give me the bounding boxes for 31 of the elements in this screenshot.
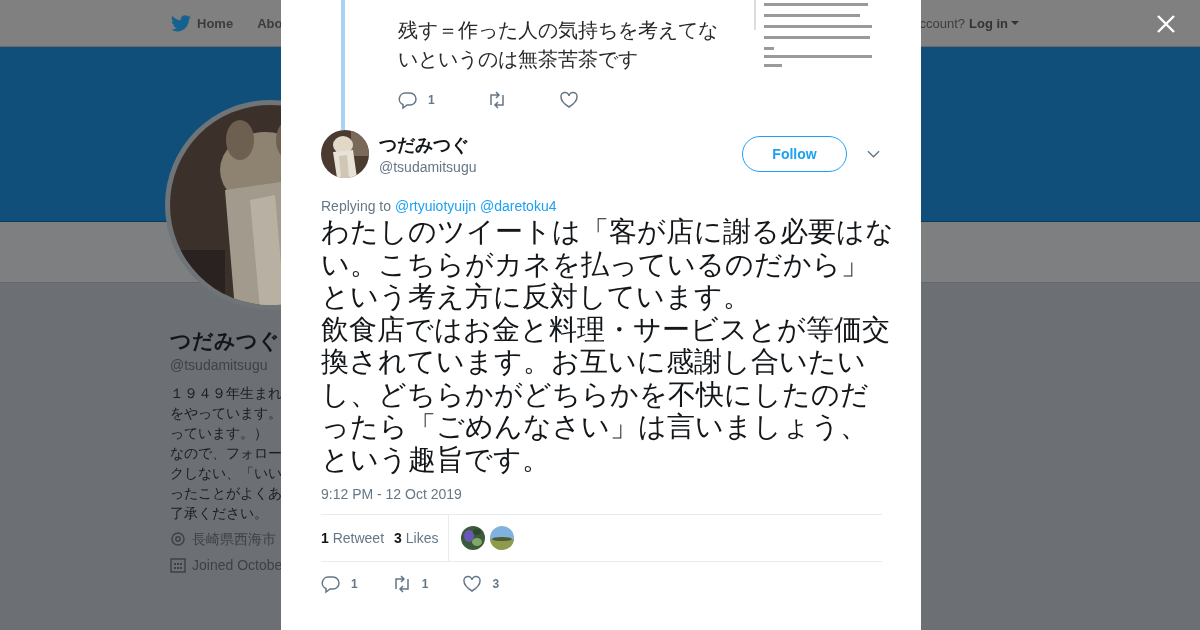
profile-bio: １９４９年生まれ をやっています。 っています。） なので、フォロー クしない、「いい ったことがよくあ 了承ください。 xyxy=(170,384,282,523)
profile-name: つだみつぐ xyxy=(170,328,280,354)
mention-link[interactable]: @rtyuiotyuijn xyxy=(394,198,477,214)
user-handle: @tsudamitsugu xyxy=(379,159,477,175)
previous-tweet-text: 残す＝作った人の気持ちを考えてな いというのは無茶苦茶です xyxy=(398,17,719,73)
like-button[interactable] xyxy=(558,90,579,110)
tweet-text: わたしのツイートは「客が店に謝る必要はない。こちらがカネを払っているのだから」という考え方に反対しています。 飲食店ではお金と料理・サービスとが等価交換されています。お互いに感謝し合いたいし、どちらかがどちらかを不快にしたのだったら「ごめんなさい」は言いましょう、という趣旨です。 xyxy=(321,216,895,476)
reply-button[interactable]: 1 xyxy=(321,574,358,594)
account-prompt: ccount? xyxy=(919,15,965,31)
reply-button[interactable]: 1 xyxy=(398,90,435,110)
like-button[interactable]: 3 xyxy=(462,574,500,594)
mention-link[interactable]: @daretoku4 xyxy=(479,198,557,214)
login-link[interactable]: Log in xyxy=(969,15,1019,31)
bird-icon xyxy=(171,14,191,32)
nav-link[interactable]: Home xyxy=(171,14,234,32)
location-pin-icon xyxy=(170,532,186,548)
heart-icon xyxy=(558,90,579,110)
follow-button[interactable]: Follow xyxy=(742,136,847,172)
stat-count[interactable]: 1 Retweet xyxy=(321,530,385,546)
retweet-button[interactable]: 1 xyxy=(391,574,429,594)
tweet-timestamp: 9:12 PM - 12 Oct 2019 xyxy=(321,486,463,502)
nav-link[interactable]: Abo xyxy=(257,15,283,31)
calendar-icon xyxy=(170,557,186,573)
chevron-down-icon[interactable] xyxy=(867,150,880,158)
stat-count[interactable]: 3 Likes xyxy=(394,530,439,546)
heart-icon xyxy=(462,574,483,594)
speech-bubble-icon xyxy=(321,574,341,594)
replying-to-line: Replying to @rtyuiotyuijn @daretoku4 xyxy=(321,198,558,214)
user-name: つだみつぐ xyxy=(379,134,470,157)
speech-bubble-icon xyxy=(398,90,418,110)
close-icon[interactable] xyxy=(1156,14,1176,34)
